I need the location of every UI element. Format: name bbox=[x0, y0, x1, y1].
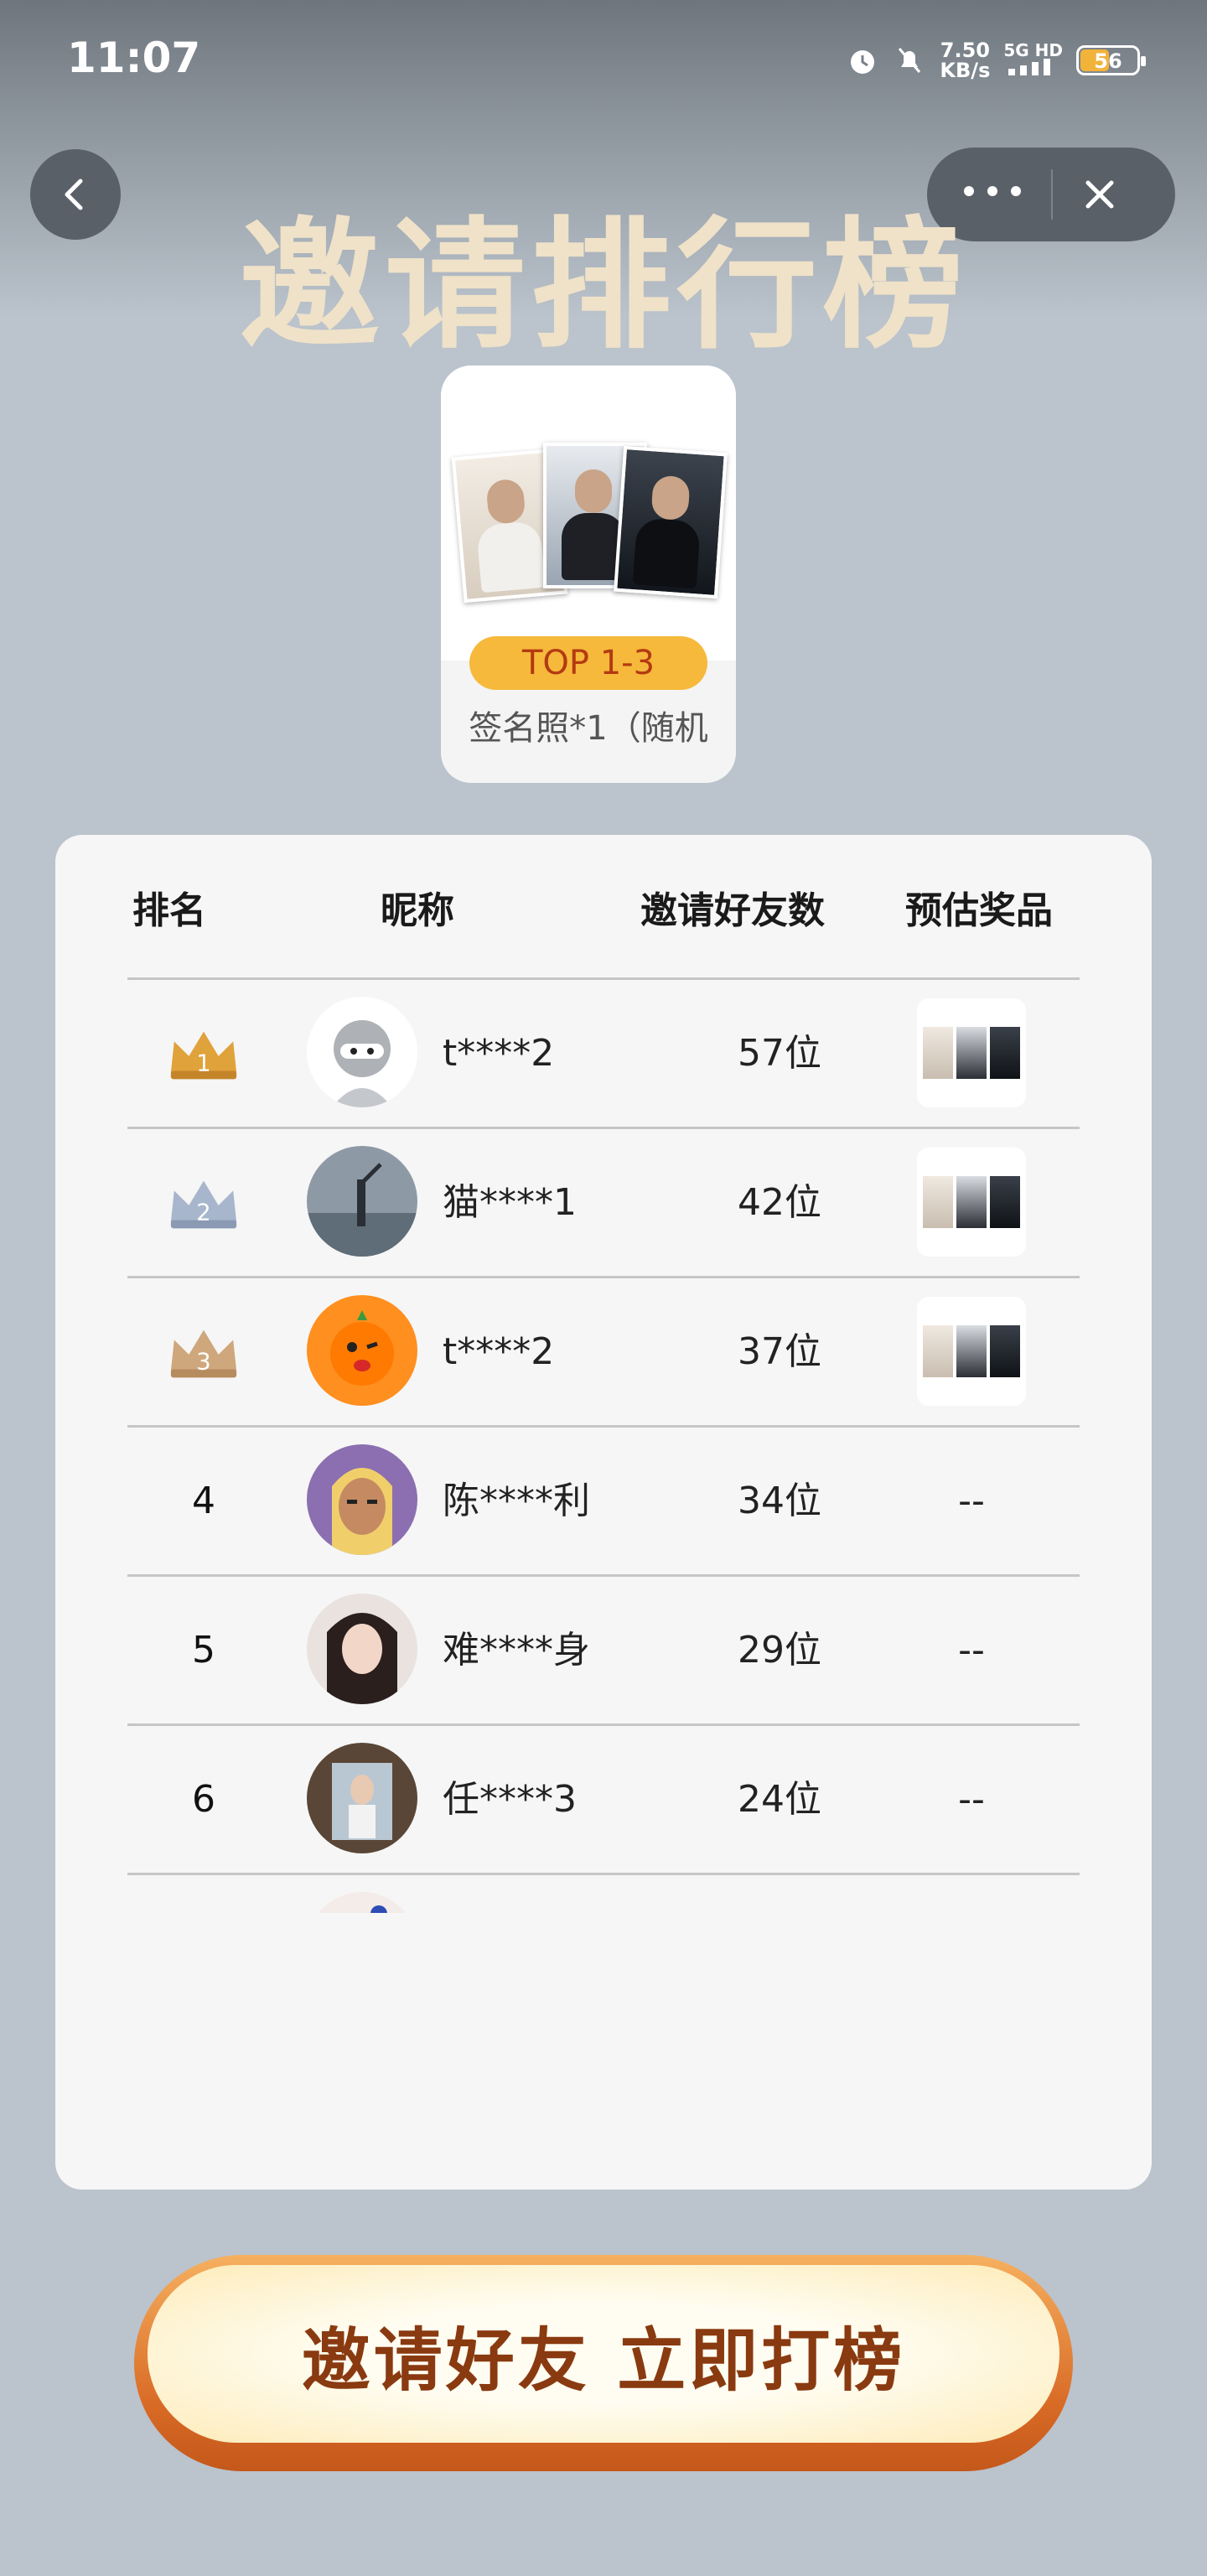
header-invites: 邀请好友数 bbox=[640, 889, 825, 932]
table-row: 5 难****身 29位 -- bbox=[127, 1574, 1080, 1723]
table-row: 6 任****3 24位 -- bbox=[127, 1723, 1080, 1873]
signal-icon bbox=[1008, 59, 1051, 75]
nickname: t****2 bbox=[443, 1330, 555, 1373]
table-row bbox=[127, 1873, 1080, 1913]
alarm-icon bbox=[851, 50, 875, 74]
signal: 5G HD bbox=[1003, 42, 1063, 79]
bronze-crown-icon: 3 bbox=[170, 1329, 237, 1377]
avatar bbox=[307, 1444, 417, 1555]
rank-cell: 6 bbox=[192, 1778, 215, 1821]
invite-count: 29位 bbox=[738, 1629, 821, 1672]
prize-rank-badge: TOP 1-3 bbox=[469, 636, 707, 690]
bell-muted-icon bbox=[899, 48, 921, 73]
ninja-avatar-icon bbox=[307, 997, 417, 1107]
orange-mascot-avatar-icon bbox=[307, 1295, 417, 1406]
poster-avatar-icon bbox=[307, 1743, 417, 1853]
nickname: 难****身 bbox=[443, 1629, 590, 1672]
page-title: 邀请排行榜 bbox=[239, 204, 968, 368]
prize-none: -- bbox=[958, 1629, 985, 1672]
invite-count: 34位 bbox=[738, 1480, 821, 1522]
rank-cell: 4 bbox=[192, 1480, 215, 1522]
invite-button-label: 邀请好友 立即打榜 bbox=[301, 2320, 906, 2401]
svg-text:1: 1 bbox=[196, 1050, 210, 1076]
status-bar: 11:07 7.50 KB/s 5G HD 56 bbox=[0, 0, 1207, 126]
beach-avatar-icon bbox=[307, 1146, 417, 1257]
nickname: 任****3 bbox=[443, 1778, 577, 1821]
portrait-avatar-icon bbox=[307, 1594, 417, 1704]
header-rank: 排名 bbox=[132, 889, 206, 932]
invite-count: 24位 bbox=[738, 1778, 821, 1821]
invite-count: 37位 bbox=[738, 1330, 821, 1373]
prize-name: 签名照*1（随机 bbox=[469, 709, 708, 748]
avatar bbox=[307, 997, 417, 1107]
status-time: 11:07 bbox=[67, 34, 201, 82]
rank-cell: 3 bbox=[166, 1278, 241, 1425]
invite-friends-button[interactable]: 邀请好友 立即打榜 bbox=[134, 2255, 1073, 2471]
prize-thumbnail bbox=[917, 1148, 1026, 1257]
nickname: 猫****1 bbox=[443, 1181, 577, 1224]
silver-crown-icon: 2 bbox=[170, 1180, 237, 1228]
avatar bbox=[307, 1146, 417, 1257]
invite-count: 57位 bbox=[738, 1032, 821, 1075]
partial-avatar-icon bbox=[307, 1892, 417, 1913]
rank-cell: 1 bbox=[166, 980, 241, 1127]
table-row: 4 陈****利 34位 -- bbox=[127, 1425, 1080, 1574]
leaderboard-list[interactable]: 1 t****2 57位 2 猫****1 42位 3 t****2 37位 4… bbox=[127, 977, 1080, 1913]
rank-cell: 5 bbox=[192, 1629, 215, 1672]
prize-none: -- bbox=[958, 1480, 985, 1522]
nickname: 陈****利 bbox=[443, 1480, 590, 1522]
svg-text:3: 3 bbox=[196, 1349, 210, 1375]
battery-icon: 56 bbox=[1076, 45, 1146, 75]
invite-count: 42位 bbox=[738, 1181, 821, 1224]
leaderboard-panel: 排名 昵称 邀请好友数 预估奖品 1 t****2 57位 2 猫****1 4… bbox=[55, 835, 1152, 2190]
gold-crown-icon: 1 bbox=[170, 1031, 237, 1079]
nickname: t****2 bbox=[443, 1032, 555, 1075]
avatar bbox=[307, 1594, 417, 1704]
avatar bbox=[307, 1892, 417, 1913]
prize-thumbnail bbox=[917, 1297, 1026, 1406]
net-speed: 7.50 KB/s bbox=[940, 39, 991, 82]
status-icons: 7.50 KB/s 5G HD 56 bbox=[846, 39, 1146, 82]
avatar bbox=[307, 1743, 417, 1853]
rank-cell: 2 bbox=[166, 1129, 241, 1276]
table-row: 3 t****2 37位 bbox=[127, 1276, 1080, 1425]
svg-text:2: 2 bbox=[196, 1200, 210, 1226]
battery-level: 56 bbox=[1094, 49, 1122, 73]
prize-none: -- bbox=[958, 1778, 985, 1821]
prize-card: TOP 1-3 签名照*1（随机 bbox=[441, 365, 736, 783]
header-prize: 预估奖品 bbox=[905, 889, 1053, 932]
table-row: 1 t****2 57位 bbox=[127, 977, 1080, 1127]
header-nickname: 昵称 bbox=[381, 889, 454, 932]
prize-image bbox=[441, 365, 736, 661]
table-row: 2 猫****1 42位 bbox=[127, 1127, 1080, 1276]
avatar bbox=[307, 1295, 417, 1406]
prize-thumbnail bbox=[917, 998, 1026, 1107]
cartoon-avatar-icon bbox=[307, 1444, 417, 1555]
